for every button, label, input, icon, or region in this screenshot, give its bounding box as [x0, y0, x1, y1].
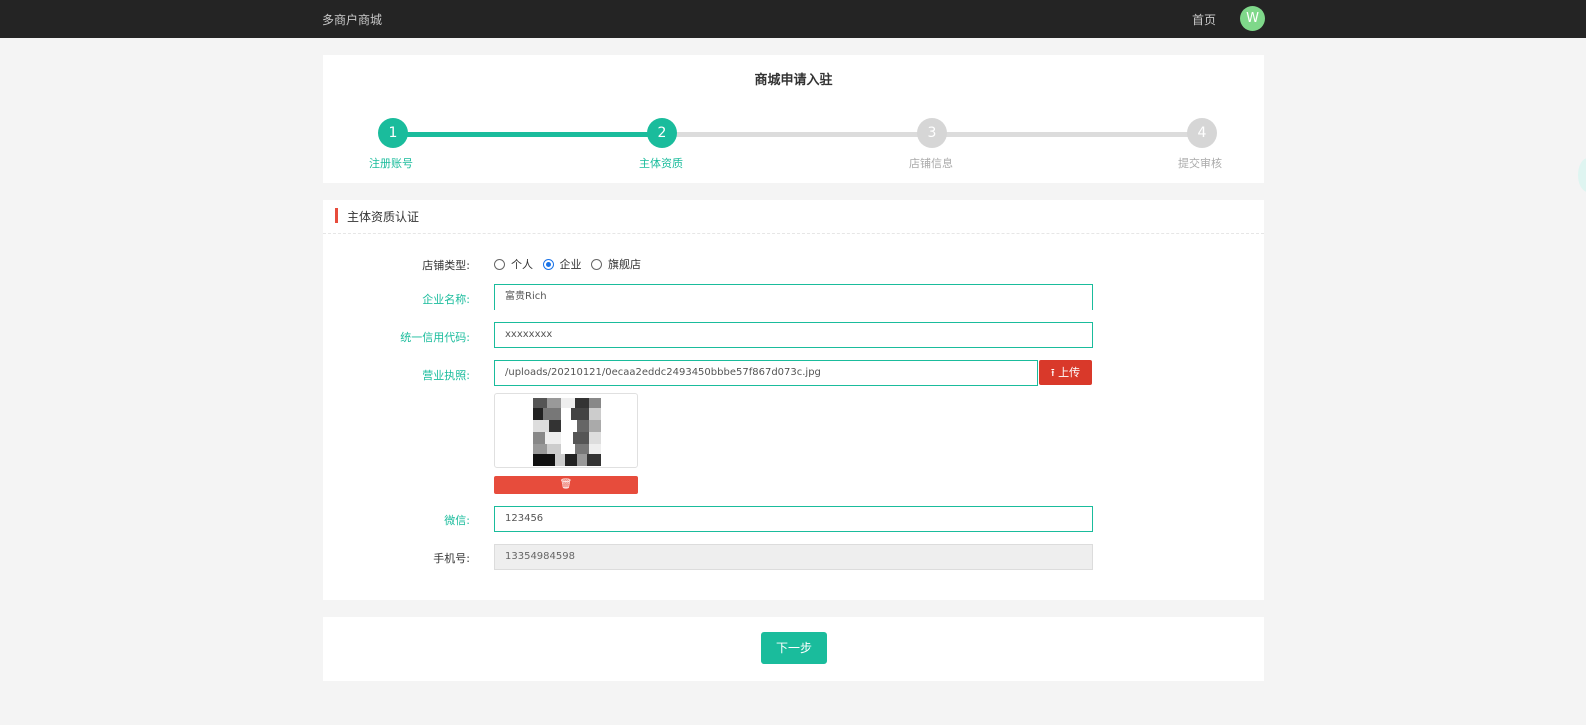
home-link[interactable]: 首页 — [1192, 11, 1216, 28]
step-2-label: 主体资质 — [639, 157, 683, 170]
mobile-label: 手机号: — [433, 552, 470, 565]
upload-button-label: 上传 — [1058, 366, 1081, 379]
upload-button[interactable]: ⭱ 上传 — [1039, 360, 1092, 385]
next-step-button[interactable]: 下一步 — [761, 632, 827, 664]
shop-type-label: 店铺类型: — [422, 259, 470, 272]
radio-enterprise-label: 企业 — [559, 258, 582, 271]
radio-enterprise-circle[interactable] — [542, 258, 554, 270]
credit-code-label: 统一信用代码: — [400, 331, 470, 344]
step-3-label: 店铺信息 — [909, 157, 953, 170]
step-2-circle: 2 — [647, 118, 677, 148]
shop-type-radio-group: 个人 企业 旗舰店 — [494, 256, 647, 273]
upload-icon: ⭱ — [1050, 366, 1055, 379]
step-3-circle: 3 — [917, 118, 947, 148]
radio-enterprise[interactable]: 企业 — [542, 256, 582, 272]
progress-track-done — [395, 132, 665, 137]
step-4-label: 提交审核 — [1178, 157, 1222, 170]
radio-flagship-circle[interactable] — [591, 258, 602, 270]
step-1-circle: 1 — [378, 118, 408, 148]
section-header: 主体资质认证 — [323, 200, 1264, 234]
radio-personal-circle[interactable] — [494, 258, 505, 270]
page-title: 商城申请入驻 — [754, 73, 833, 88]
steps-panel: 商城申请入驻 — [323, 55, 1264, 183]
floating-side-widget[interactable] — [1578, 158, 1586, 192]
radio-flagship-label: 旗舰店 — [608, 258, 641, 271]
company-name-label: 企业名称: — [422, 293, 470, 306]
radio-flagship[interactable]: 旗舰店 — [591, 256, 641, 272]
credit-code-input[interactable]: xxxxxxxx — [494, 322, 1093, 348]
section-accent-bar — [335, 208, 338, 223]
license-thumbnail[interactable] — [494, 393, 638, 468]
wechat-input[interactable]: 123456 — [494, 506, 1093, 532]
step-4-circle: 4 — [1187, 118, 1217, 148]
mobile-input[interactable]: 13354984598 — [494, 544, 1093, 570]
site-brand[interactable]: 多商户商城 — [322, 11, 382, 28]
step-1-label: 注册账号 — [369, 157, 413, 170]
user-avatar[interactable]: W — [1240, 6, 1265, 31]
delete-image-button[interactable]: 🗑 — [494, 476, 638, 494]
business-license-path-input[interactable]: /uploads/20210121/0ecaa2eddc2493450bbbe5… — [494, 360, 1038, 386]
section-title: 主体资质认证 — [347, 210, 420, 224]
radio-personal[interactable]: 个人 — [494, 256, 533, 272]
business-license-label: 营业执照: — [422, 369, 470, 382]
radio-personal-label: 个人 — [511, 258, 533, 271]
wechat-label: 微信: — [444, 514, 470, 527]
company-name-input[interactable]: 富贵Rich — [494, 284, 1093, 310]
top-navbar: 多商户商城 首页 W — [0, 0, 1586, 38]
license-image-preview — [533, 398, 601, 466]
trash-icon: 🗑 — [559, 479, 573, 490]
